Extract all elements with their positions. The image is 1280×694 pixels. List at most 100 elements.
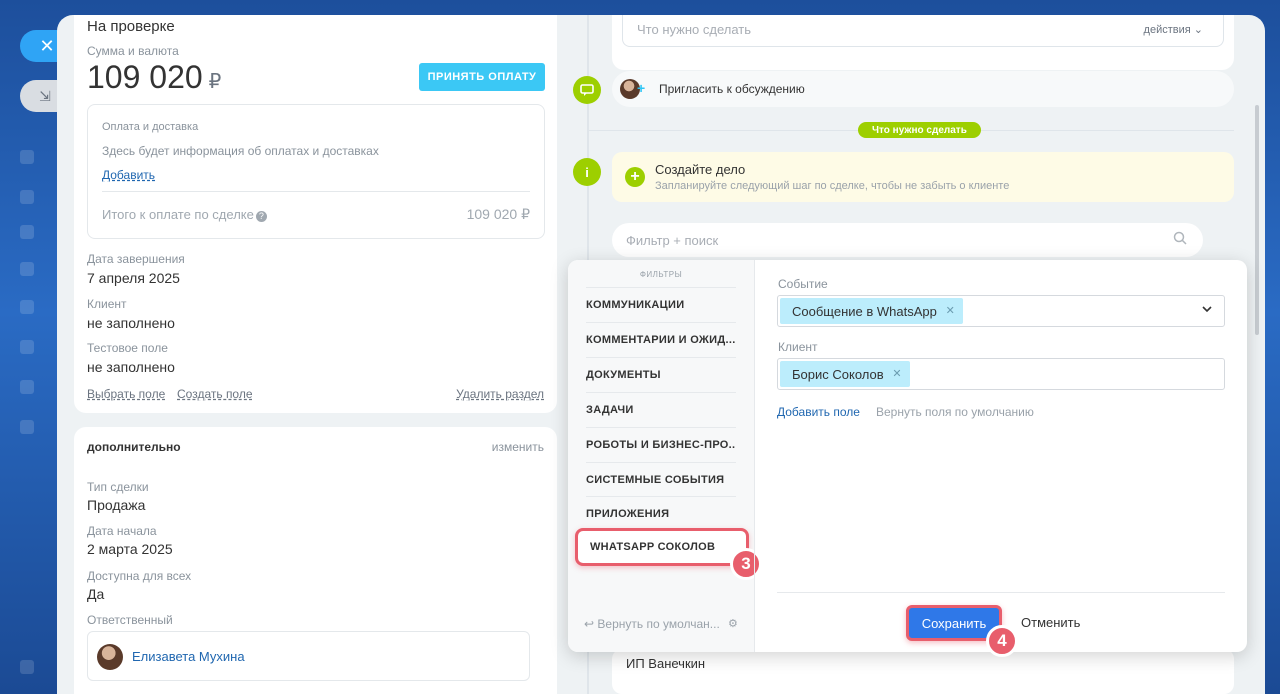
filter-list: ФИЛЬТРЫ КОММУНИКАЦИИ КОММЕНТАРИИ И ОЖИД.… bbox=[568, 260, 754, 652]
payment-title: Оплата и доставка bbox=[102, 121, 199, 133]
section-title: дополнительно bbox=[87, 440, 181, 454]
scrollbar[interactable] bbox=[1255, 105, 1259, 335]
filter-item-documents[interactable]: ДОКУМЕНТЫ bbox=[586, 357, 736, 392]
extra-card: дополнительно изменить Тип сделки Продаж… bbox=[74, 427, 557, 694]
divider bbox=[754, 260, 755, 652]
info-icon: i bbox=[573, 158, 601, 186]
printer-icon[interactable] bbox=[20, 660, 34, 674]
field-value[interactable]: не заполнено bbox=[87, 359, 175, 375]
deal-stage: На проверке bbox=[87, 18, 175, 35]
add-payment-link[interactable]: Добавить bbox=[102, 168, 155, 182]
timeline-item-text: ИП Ванечкин bbox=[626, 656, 706, 671]
change-section-link[interactable]: изменить bbox=[492, 440, 544, 454]
minimize-icon: ⇲ bbox=[39, 87, 51, 104]
field-label: Клиент bbox=[87, 297, 127, 311]
field-label: Тип сделки bbox=[87, 480, 149, 494]
undo-icon: ↩ bbox=[584, 617, 595, 631]
avatar bbox=[97, 644, 123, 670]
total-value: 109 020 ₽ bbox=[466, 206, 530, 222]
create-title: Создайте дело bbox=[655, 162, 746, 177]
filter-search-input[interactable]: Фильтр + поиск bbox=[612, 223, 1203, 257]
step-badge: 4 bbox=[986, 625, 1018, 657]
reset-fields-link[interactable]: Вернуть поля по умолчанию bbox=[876, 405, 1034, 419]
event-chip-label: Сообщение в WhatsApp bbox=[792, 303, 937, 319]
filter-item-robots[interactable]: РОБОТЫ И БИЗНЕС-ПРО... bbox=[586, 427, 736, 462]
field-value[interactable]: Продажа bbox=[87, 497, 145, 513]
filter-item-system-events[interactable]: СИСТЕМНЫЕ СОБЫТИЯ bbox=[586, 462, 736, 497]
menu-icon[interactable] bbox=[20, 300, 34, 314]
event-chip: Сообщение в WhatsApp ✕ bbox=[780, 298, 963, 324]
field-label: Дата завершения bbox=[87, 252, 185, 266]
field-label: Дата начала bbox=[87, 524, 157, 538]
field-label: Ответственный bbox=[87, 613, 173, 627]
filter-item-communications[interactable]: КОММУНИКАЦИИ bbox=[586, 287, 736, 322]
field-value[interactable]: 7 апреля 2025 bbox=[87, 270, 180, 286]
remove-chip-icon[interactable]: ✕ bbox=[946, 304, 955, 317]
filter-item-whatsapp-sokolov[interactable]: WHATSAPP СОКОЛОВ bbox=[575, 528, 749, 566]
menu-icon[interactable] bbox=[20, 380, 34, 394]
accept-payment-button[interactable]: ПРИНЯТЬ ОПЛАТУ bbox=[419, 63, 545, 91]
responsible-name[interactable]: Елизавета Мухина bbox=[132, 649, 245, 664]
remove-chip-icon[interactable]: ✕ bbox=[892, 367, 901, 380]
reset-default-link[interactable]: ↩ Вернуть по умолчан... bbox=[584, 617, 720, 631]
filter-item-tasks[interactable]: ЗАДАЧИ bbox=[586, 392, 736, 427]
create-subtitle: Запланируйте следующий шаг по сделке, чт… bbox=[655, 180, 1010, 192]
invite-to-discussion[interactable]: + Пригласить к обсуждению bbox=[612, 71, 1234, 107]
filters-header: ФИЛЬТРЫ bbox=[639, 270, 683, 279]
client-chip: Борис Соколов ✕ bbox=[780, 361, 910, 387]
create-field-link[interactable]: Создать поле bbox=[177, 387, 253, 401]
payment-info: Здесь будет информация об оплатах и дост… bbox=[102, 144, 379, 158]
todo-placeholder: Что нужно сделать bbox=[637, 22, 751, 37]
filter-item-applications[interactable]: ПРИЛОЖЕНИЯ bbox=[586, 496, 736, 531]
delete-section-link[interactable]: Удалить раздел bbox=[456, 387, 544, 401]
timeline-item[interactable]: ИП Ванечкин bbox=[612, 649, 1234, 694]
todo-editor: Что нужно сделать действия ⌄ bbox=[612, 15, 1234, 70]
invite-label: Пригласить к обсуждению bbox=[659, 82, 805, 96]
todo-input[interactable]: Что нужно сделать действия ⌄ bbox=[622, 15, 1224, 47]
step-badge: 3 bbox=[730, 548, 762, 580]
field-value[interactable]: Да bbox=[87, 586, 104, 602]
gear-icon[interactable]: ⚙ bbox=[728, 617, 738, 630]
filter-item-comments[interactable]: КОММЕНТАРИИ И ОЖИД... bbox=[586, 322, 736, 357]
actions-label: действия bbox=[1143, 24, 1191, 36]
chevron-down-icon[interactable] bbox=[1202, 304, 1212, 314]
create-activity-card[interactable]: + Создайте дело Запланируйте следующий ш… bbox=[612, 152, 1234, 202]
menu-icon[interactable] bbox=[20, 225, 34, 239]
help-icon[interactable]: ? bbox=[255, 211, 267, 222]
field-label: Тестовое поле bbox=[87, 341, 168, 355]
search-icon[interactable] bbox=[1173, 231, 1187, 245]
client-chip-label: Борис Соколов bbox=[792, 366, 884, 382]
menu-icon[interactable] bbox=[20, 262, 34, 276]
close-icon: ✕ bbox=[39, 35, 55, 56]
menu-icon[interactable] bbox=[20, 190, 34, 204]
event-select[interactable]: Сообщение в WhatsApp ✕ bbox=[777, 295, 1225, 327]
cancel-button[interactable]: Отменить bbox=[1021, 615, 1080, 630]
field-value[interactable]: не заполнено bbox=[87, 315, 175, 331]
client-select[interactable]: Борис Соколов ✕ bbox=[777, 358, 1225, 390]
field-value[interactable]: 2 марта 2025 bbox=[87, 541, 173, 557]
filter-popup: ФИЛЬТРЫ КОММУНИКАЦИИ КОММЕНТАРИИ И ОЖИД.… bbox=[568, 260, 1247, 657]
client-label: Клиент bbox=[778, 340, 818, 354]
total-label: Итого к оплате по сделке? bbox=[102, 207, 267, 222]
deal-amount: 109 020 ₽ bbox=[87, 59, 221, 96]
menu-icon[interactable] bbox=[20, 340, 34, 354]
amount-label: Сумма и валюта bbox=[87, 44, 179, 58]
plus-icon[interactable]: + bbox=[625, 167, 645, 187]
todo-section-badge: Что нужно сделать bbox=[858, 122, 981, 138]
reset-default-label: Вернуть по умолчан... bbox=[597, 617, 720, 631]
currency-symbol: ₽ bbox=[208, 71, 222, 93]
todo-actions-dropdown[interactable]: действия ⌄ bbox=[1144, 23, 1203, 36]
total-label-text: Итого к оплате по сделке bbox=[102, 207, 254, 222]
select-field-link[interactable]: Выбрать поле bbox=[87, 387, 165, 401]
field-label: Доступна для всех bbox=[87, 569, 192, 583]
menu-icon[interactable] bbox=[20, 420, 34, 434]
divider bbox=[102, 191, 530, 192]
event-label: Событие bbox=[778, 277, 828, 291]
chevron-down-icon: ⌄ bbox=[1193, 24, 1203, 36]
chat-icon bbox=[573, 76, 601, 104]
payment-delivery-box: Оплата и доставка Здесь будет информация… bbox=[87, 104, 545, 239]
divider bbox=[777, 592, 1225, 593]
add-field-link[interactable]: Добавить поле bbox=[777, 405, 860, 419]
menu-icon[interactable] bbox=[20, 150, 34, 164]
responsible-user[interactable]: Елизавета Мухина bbox=[87, 631, 530, 681]
